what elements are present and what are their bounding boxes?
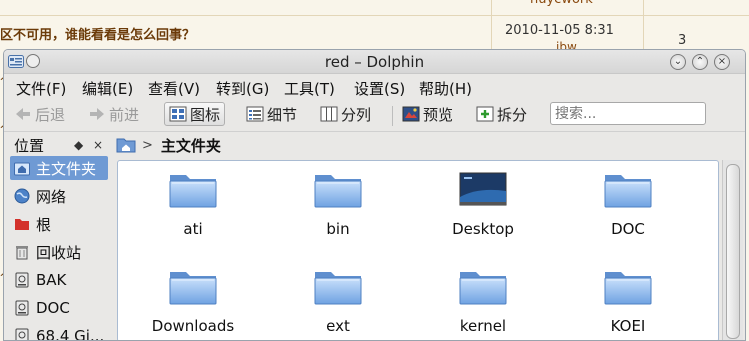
forum-row-divider (0, 0, 749, 16)
breadcrumb: > 主文件夹 (116, 134, 221, 156)
places-item-label: 网络 (36, 187, 67, 206)
forward-button[interactable]: 前进 (84, 102, 143, 126)
arrow-left-icon (16, 108, 30, 120)
home-icon (14, 162, 30, 176)
folder-icon (458, 266, 508, 306)
icons-view-icon (169, 106, 187, 122)
file-name: KOEI (610, 317, 646, 335)
places-item-volume[interactable]: 68.4 Gi... (10, 324, 108, 341)
split-label: 拆分 (497, 105, 528, 124)
file-view[interactable]: ati bin Desktop DOC Downloads ext kernel… (117, 160, 719, 340)
drive-icon (15, 272, 29, 288)
breadcrumb-arrow-icon[interactable]: > (142, 138, 153, 153)
desktop-folder-icon (459, 172, 507, 206)
menu-tools[interactable]: 工具(T) (284, 78, 335, 99)
details-view-icon (246, 106, 264, 122)
file-name: DOC (611, 220, 645, 238)
preview-icon (402, 106, 420, 122)
file-item[interactable]: DOC (573, 169, 683, 238)
places-item-label: 回收站 (36, 243, 82, 262)
places-item-bak[interactable]: BAK (10, 268, 108, 292)
icons-view-label: 图标 (190, 105, 221, 124)
details-view-label: 细节 (267, 105, 298, 124)
folder-icon (168, 169, 218, 209)
menu-file[interactable]: 文件(F) (16, 78, 66, 99)
window-title: red – Dolphin (324, 53, 425, 71)
places-item-network[interactable]: 网络 (10, 184, 108, 208)
places-item-label: DOC (36, 299, 70, 317)
maximize-button[interactable]: ⌃ (692, 54, 708, 70)
split-view-icon (476, 106, 494, 122)
back-label: 后退 (35, 105, 66, 124)
file-item[interactable]: Desktop (428, 169, 538, 238)
places-item-label: BAK (36, 271, 67, 289)
preview-button[interactable]: 预览 (398, 102, 457, 126)
forum-username[interactable]: nuycwork (530, 0, 593, 7)
folder-icon (603, 266, 653, 306)
places-item-label: 68.4 Gi... (36, 327, 105, 341)
details-view-button[interactable]: 细节 (242, 102, 301, 126)
file-item[interactable]: kernel (428, 266, 538, 335)
back-button[interactable]: 后退 (10, 102, 69, 126)
file-item[interactable]: ext (283, 266, 393, 335)
file-name: ext (326, 317, 350, 335)
icons-view-button[interactable]: 图标 (164, 102, 226, 126)
file-name: ati (183, 220, 203, 238)
forum-post-date: 2010-11-05 8:31 (505, 23, 614, 38)
trash-icon (16, 246, 28, 260)
home-icon[interactable] (116, 137, 136, 153)
file-name: bin (326, 220, 350, 238)
minimize-button[interactable]: ⌄ (670, 54, 686, 70)
network-icon (14, 188, 30, 204)
panel-close-icon[interactable]: × (93, 138, 103, 152)
folder-icon (313, 169, 363, 209)
menu-settings[interactable]: 设置(S) (354, 78, 405, 99)
folder-icon (168, 266, 218, 306)
vertical-scrollbar[interactable] (722, 160, 743, 340)
file-name: kernel (459, 317, 507, 335)
folder-icon (313, 266, 363, 306)
search-input[interactable] (550, 102, 706, 125)
folder-icon (603, 169, 653, 209)
menu-edit[interactable]: 编辑(E) (82, 78, 133, 99)
places-item-root[interactable]: 根 (10, 212, 108, 236)
forum-topic-title[interactable]: 区不可用，谁能看看是怎么回事？ (0, 24, 195, 43)
dolphin-window: red – Dolphin ⌄ ⌃ × 文件(F) 编辑(E) 查看(V) 转到… (3, 49, 746, 341)
columns-view-icon (320, 106, 338, 122)
title-bar[interactable]: red – Dolphin ⌄ ⌃ × (4, 50, 745, 74)
file-item[interactable]: ati (138, 169, 248, 238)
file-item[interactable]: bin (283, 169, 393, 238)
close-button[interactable]: × (714, 54, 730, 70)
places-item-label: 根 (36, 215, 52, 234)
menu-help[interactable]: 帮助(H) (419, 78, 472, 99)
places-panel: 位置 ◆ × 主文件夹 网络 根 回收站 BAK DOC 68.4 Gi... (4, 132, 112, 341)
forward-label: 前进 (109, 105, 140, 124)
arrow-right-icon (90, 108, 104, 120)
places-item-trash[interactable]: 回收站 (10, 240, 108, 264)
menu-view[interactable]: 查看(V) (148, 78, 200, 99)
columns-view-label: 分列 (341, 105, 372, 124)
columns-view-button[interactable]: 分列 (316, 102, 375, 126)
file-item[interactable]: KOEI (573, 266, 683, 335)
places-item-home[interactable]: 主文件夹 (10, 156, 108, 180)
menu-bar: 文件(F) 编辑(E) 查看(V) 转到(G) 工具(T) 设置(S) 帮助(H… (4, 74, 745, 98)
file-name: Downloads (151, 317, 235, 335)
scrollbar-thumb[interactable] (726, 164, 740, 339)
file-name: Desktop (452, 220, 514, 238)
menu-go[interactable]: 转到(G) (216, 78, 269, 99)
toolbar-separator (392, 106, 393, 126)
split-button[interactable]: 拆分 (472, 102, 531, 126)
places-item-label: 主文件夹 (36, 159, 97, 178)
forum-reply-count: 3 (678, 33, 687, 48)
panel-float-icon[interactable]: ◆ (74, 138, 83, 152)
places-header: 位置 (14, 137, 45, 155)
drive-icon (15, 328, 29, 340)
file-item[interactable]: Downloads (138, 266, 248, 335)
root-folder-icon (15, 219, 29, 230)
drive-icon (15, 300, 29, 316)
breadcrumb-location[interactable]: 主文件夹 (161, 135, 221, 156)
places-item-doc[interactable]: DOC (10, 296, 108, 320)
preview-label: 预览 (423, 105, 454, 124)
